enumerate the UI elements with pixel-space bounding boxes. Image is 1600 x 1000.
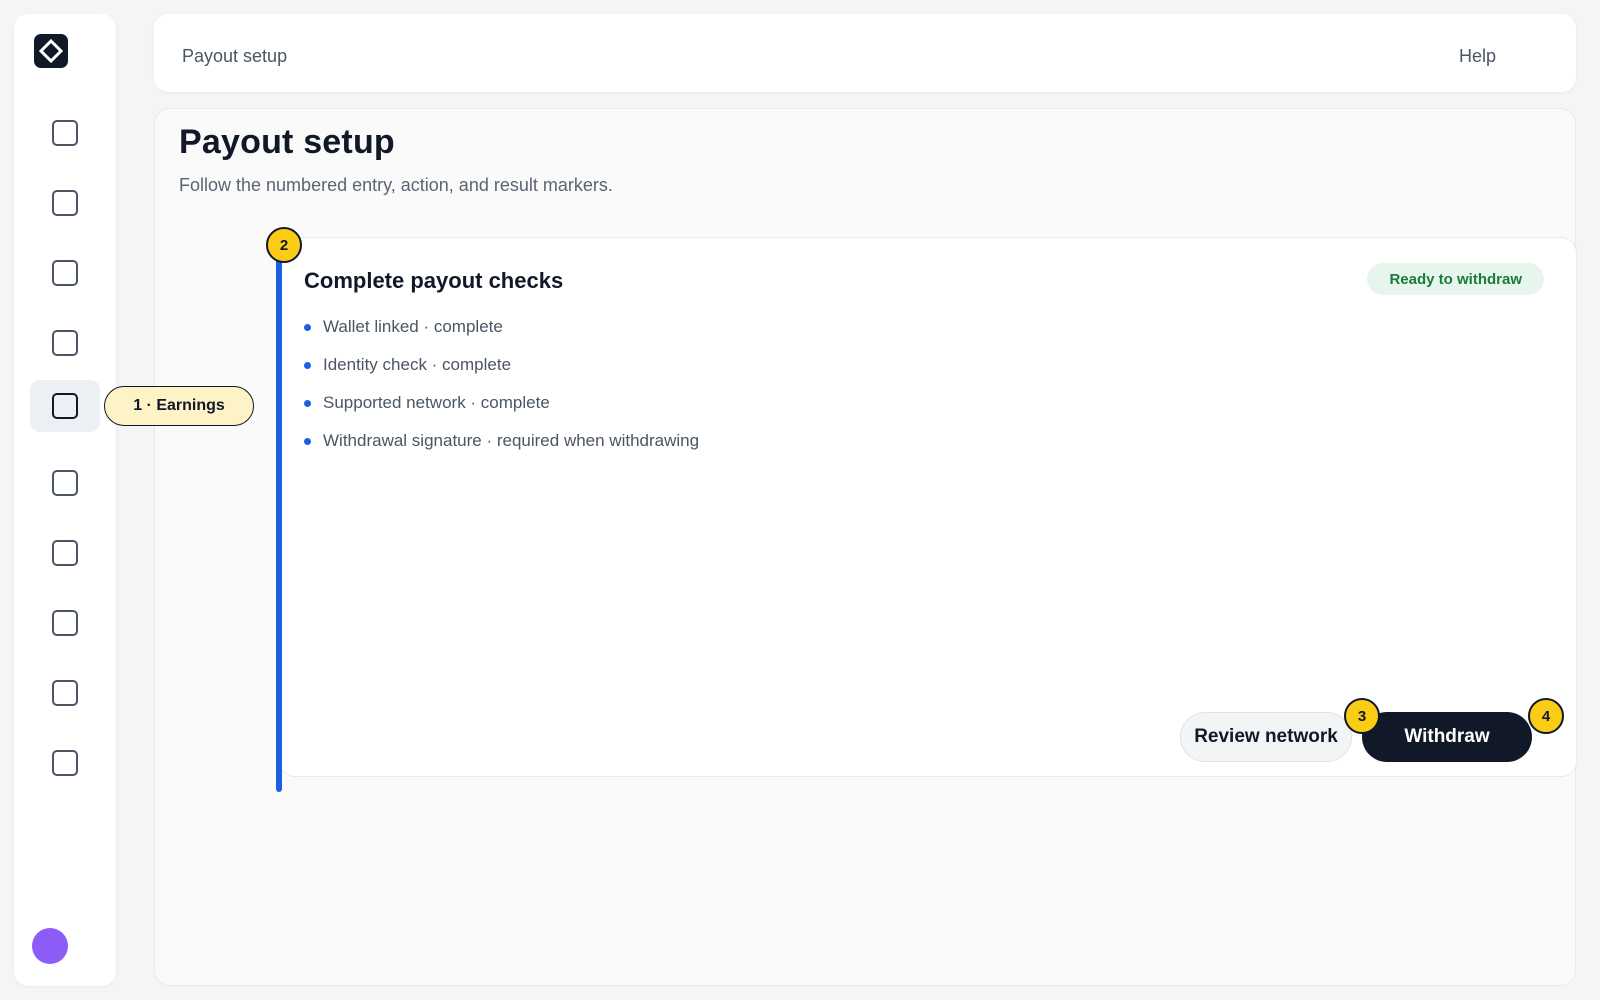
avatar[interactable] (32, 928, 68, 964)
withdraw-button[interactable]: Withdraw (1362, 712, 1532, 762)
sidebar-item-6[interactable] (30, 457, 100, 509)
page-title: Payout setup (179, 123, 395, 161)
payout-checks-card: Complete payout checks Ready to withdraw… (276, 237, 1577, 792)
card-title: Complete payout checks (304, 268, 564, 293)
list-item: Wallet linked · complete (304, 308, 699, 346)
nav-square-icon (52, 190, 78, 216)
page-subtitle: Follow the numbered entry, action, and r… (179, 175, 613, 195)
bullet-icon (304, 361, 311, 369)
status-badge: Ready to withdraw (1367, 263, 1544, 295)
sidebar-item-8[interactable] (30, 597, 100, 649)
top-bar: Payout setup Help (154, 14, 1576, 92)
check-label: Identity check · complete (323, 355, 512, 374)
check-list: Wallet linked · complete Identity check … (304, 308, 699, 460)
nav-square-icon (52, 610, 78, 636)
card-accent-bar (276, 250, 282, 792)
sidebar-item-7[interactable] (30, 527, 100, 579)
nav-square-icon (52, 470, 78, 496)
check-label: Wallet linked · complete (323, 317, 503, 336)
nav-square-icon (52, 330, 78, 356)
main-panel: Payout setup Follow the numbered entry, … (154, 108, 1577, 986)
check-label: Supported network · complete (323, 393, 550, 412)
breadcrumb: Payout setup (182, 46, 288, 66)
diamond-logo-icon[interactable] (34, 34, 68, 68)
check-label: Withdrawal signature · required when wit… (323, 431, 700, 450)
nav-square-icon (52, 260, 78, 286)
sidebar-item-2[interactable] (30, 177, 100, 229)
nav-square-icon (52, 540, 78, 566)
entry-marker-earnings: 1 · Earnings (104, 386, 254, 426)
step-marker-2: 2 (266, 227, 302, 263)
sidebar-item-earnings[interactable] (30, 380, 100, 432)
step-marker-3: 3 (1344, 698, 1380, 734)
sidebar-item-4[interactable] (30, 317, 100, 369)
list-item: Identity check · complete (304, 346, 699, 384)
sidebar (14, 14, 116, 986)
nav-square-icon (52, 750, 78, 776)
nav-square-icon (52, 680, 78, 706)
step-marker-4: 4 (1528, 698, 1564, 734)
list-item: Withdrawal signature · required when wit… (304, 422, 699, 460)
help-link[interactable]: Help (1459, 46, 1496, 67)
sidebar-item-3[interactable] (30, 247, 100, 299)
bullet-icon (304, 399, 311, 407)
bullet-icon (304, 437, 311, 445)
sidebar-item-10[interactable] (30, 737, 100, 789)
review-network-button[interactable]: Review network (1180, 712, 1352, 762)
sidebar-item-9[interactable] (30, 667, 100, 719)
list-item: Supported network · complete (304, 384, 699, 422)
bullet-icon (304, 323, 311, 331)
sidebar-item-1[interactable] (30, 107, 100, 159)
nav-square-icon (52, 393, 78, 419)
nav-square-icon (52, 120, 78, 146)
